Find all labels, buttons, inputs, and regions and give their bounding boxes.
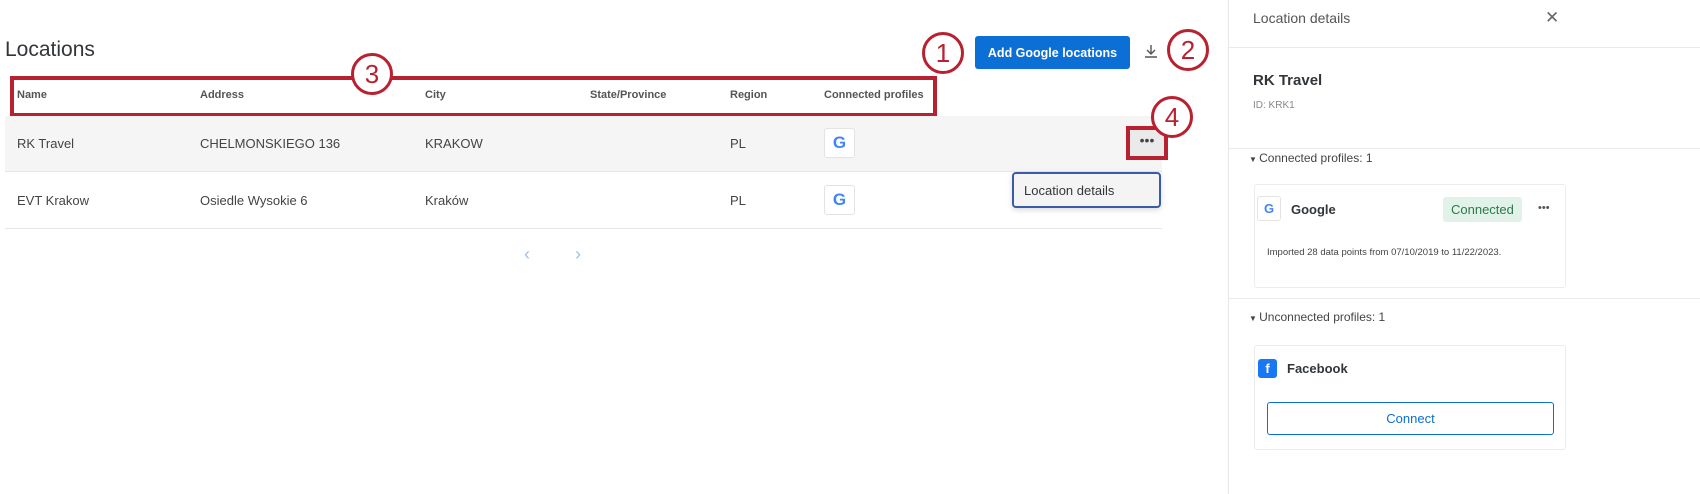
import-note: Imported 28 data points from 07/10/2019 … (1267, 247, 1502, 258)
page-title: Locations (5, 38, 95, 61)
cell-address: CHELMONSKIEGO 136 (200, 136, 341, 151)
callout-1: 1 (922, 32, 964, 74)
prev-page-button[interactable]: ‹ (524, 244, 530, 265)
add-google-locations-button[interactable]: Add Google locations (975, 36, 1130, 69)
divider (1229, 298, 1700, 299)
cell-city: KRAKOW (425, 136, 483, 151)
profile-name: Google (1291, 202, 1336, 217)
caret-down-icon: ▼ (1249, 155, 1260, 164)
table-row[interactable] (5, 116, 1162, 172)
connect-button[interactable]: Connect (1267, 402, 1554, 435)
header-connected-profiles[interactable]: Connected profiles (824, 89, 924, 101)
google-icon: G (824, 128, 855, 158)
google-profile-card: G Google Connected ••• Imported 28 data … (1254, 184, 1566, 288)
cell-name: EVT Krakow (17, 193, 90, 208)
connected-profiles-label: Connected profiles: 1 (1259, 151, 1373, 165)
callout-2: 2 (1167, 29, 1209, 71)
cell-address: Osiedle Wysokie 6 (200, 193, 308, 208)
facebook-profile-card: f Facebook Connect (1254, 345, 1566, 450)
unconnected-profiles-label: Unconnected profiles: 1 (1259, 310, 1386, 324)
next-page-button[interactable]: › (575, 244, 581, 265)
cell-region: PL (730, 136, 746, 151)
callout-4: 4 (1151, 96, 1193, 138)
status-badge: Connected (1443, 197, 1522, 222)
google-icon: G (824, 185, 855, 215)
location-id: ID: KRK1 (1253, 100, 1295, 111)
cell-region: PL (730, 193, 746, 208)
close-icon[interactable]: ✕ (1545, 8, 1559, 28)
panel-title: Location details (1253, 10, 1351, 26)
download-icon[interactable] (1142, 42, 1160, 60)
connected-profiles-toggle[interactable]: ▼ Connected profiles: 1 (1249, 151, 1373, 165)
profile-more-button[interactable]: ••• (1538, 202, 1550, 214)
menu-item-location-details[interactable]: Location details (1012, 172, 1161, 208)
header-address[interactable]: Address (200, 89, 244, 101)
caret-down-icon: ▼ (1249, 314, 1260, 323)
google-icon: G (1257, 196, 1281, 221)
divider (1229, 148, 1700, 149)
cell-city: Kraków (425, 193, 469, 208)
divider (1229, 47, 1700, 48)
header-name[interactable]: Name (17, 89, 47, 101)
profile-name: Facebook (1287, 361, 1348, 376)
location-name: RK Travel (1253, 72, 1323, 89)
unconnected-profiles-toggle[interactable]: ▼ Unconnected profiles: 1 (1249, 310, 1385, 324)
callout-3: 3 (351, 53, 393, 95)
header-highlight-box (10, 76, 937, 117)
header-city[interactable]: City (425, 89, 446, 101)
header-state[interactable]: State/Province (590, 89, 666, 101)
location-details-panel: Location details ✕ RK Travel ID: KRK1 ▼ … (1228, 0, 1700, 494)
table-row[interactable] (5, 172, 1162, 229)
header-region[interactable]: Region (730, 89, 767, 101)
cell-name: RK Travel (17, 136, 75, 151)
facebook-icon: f (1258, 359, 1277, 378)
